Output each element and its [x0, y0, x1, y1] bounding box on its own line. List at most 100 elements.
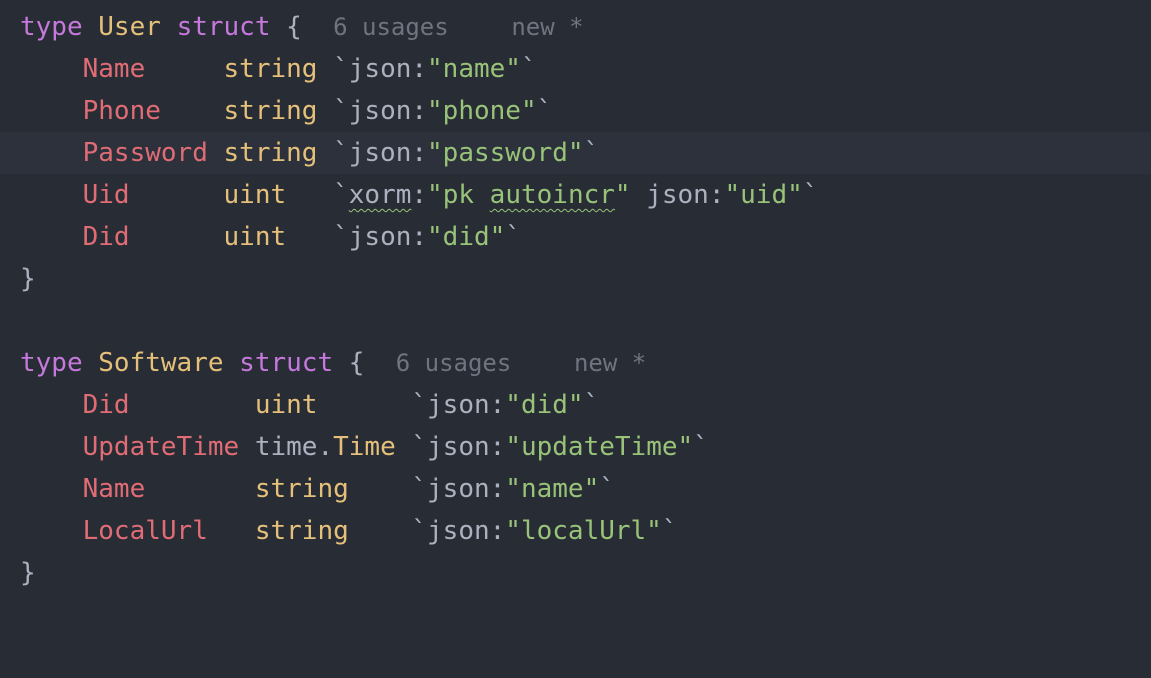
tag-prefix: `json: [411, 516, 506, 546]
tag-suffix: ` [661, 516, 678, 546]
tag-prefix: `json: [411, 432, 506, 462]
struct-field: UpdateTime time.Time `json:"updateTime"` [20, 426, 709, 468]
tag-suffix: ` [505, 222, 521, 252]
usages-inlay-hint[interactable]: 6 usages [396, 349, 512, 377]
tag-suffix: ` [520, 54, 537, 84]
tag-suffix: ` [599, 474, 615, 504]
open-brace: { [286, 12, 302, 42]
code-line[interactable]: Did uint `json:"did"` [0, 216, 1151, 258]
tag-prefix: `json: [411, 474, 506, 504]
field-name: UpdateTime [82, 432, 240, 462]
field-name: Did [82, 222, 130, 252]
field-name: Phone [82, 96, 161, 126]
struct-field: LocalUrl string `json:"localUrl"` [20, 510, 678, 552]
code-line[interactable]: } [0, 258, 1151, 300]
code-line[interactable]: Name string `json:"name"` [0, 468, 1151, 510]
code-line[interactable]: Uid uint `xorm:"pk autoincr" json:"uid"` [0, 174, 1151, 216]
package-qualifier: time. [254, 432, 334, 462]
struct-field: Name string `json:"name"` [20, 468, 615, 510]
tag-suffix: ` [693, 432, 709, 462]
field-type: string [223, 96, 318, 126]
field-name: Uid [82, 180, 130, 210]
usages-inlay-hint[interactable]: 6 usages [333, 13, 449, 41]
keyword-type: type [20, 348, 83, 378]
struct-field: Uid uint `xorm:"pk autoincr" json:"uid"` [20, 174, 819, 216]
autoincr-typo[interactable]: autoincr [490, 180, 615, 210]
tag-value: "did" [427, 222, 506, 252]
tag-value: "uid" [724, 180, 803, 210]
field-type: Time [333, 432, 396, 462]
quote: " [614, 180, 631, 210]
vcs-status-inlay-hint[interactable]: new * [574, 349, 646, 377]
field-type: uint [223, 180, 287, 210]
tag-value: "localUrl" [505, 516, 662, 546]
code-line[interactable]: Did uint `json:"did"` [0, 384, 1151, 426]
xorm-key-typo[interactable]: xorm [349, 180, 412, 210]
field-name: LocalUrl [82, 516, 208, 546]
code-line[interactable]: } [0, 552, 1151, 594]
tag-suffix: ` [583, 138, 600, 168]
field-type: string [254, 474, 349, 504]
tag-prefix: `json: [411, 390, 506, 420]
code-line[interactable]: LocalUrl string `json:"localUrl"` [0, 510, 1151, 552]
field-type: uint [254, 390, 318, 420]
current-code-line[interactable]: Password string `json:"password"` [0, 132, 1151, 174]
field-type: string [223, 54, 318, 84]
struct-field: Did uint `json:"did"` [20, 384, 600, 426]
tag-value: "phone" [427, 96, 537, 126]
tag-suffix: ` [583, 390, 600, 420]
keyword-type: type [20, 12, 83, 42]
open-brace: { [348, 348, 365, 378]
tag-suffix: ` [536, 96, 553, 126]
tag-value: "password" [427, 138, 584, 168]
vcs-status-inlay-hint[interactable]: new * [511, 13, 583, 41]
field-name: Did [82, 390, 130, 420]
tag-tick: ` [802, 180, 819, 210]
field-name: Password [82, 138, 208, 168]
code-line[interactable]: Phone string `json:"phone"` [0, 90, 1151, 132]
struct-field: Did uint `json:"did"` [20, 216, 521, 258]
quote: " [427, 180, 443, 210]
tag-prefix: `json: [333, 96, 428, 126]
tag-value: "name" [427, 54, 521, 84]
field-type: uint [223, 222, 287, 252]
keyword-struct: struct [239, 348, 334, 378]
struct-header: type User struct { 6 usages new * [20, 6, 584, 48]
struct-header: type Software struct { 6 usages new * [20, 342, 646, 384]
code-line-empty[interactable] [0, 300, 1151, 342]
tag-value: "did" [505, 390, 584, 420]
tag-tick: ` [333, 180, 349, 210]
tag-value: "name" [505, 474, 600, 504]
code-editor[interactable]: type User struct { 6 usages new * Name s… [0, 0, 1151, 608]
code-line[interactable]: type User struct { 6 usages new * [0, 6, 1151, 48]
tag-prefix: `json: [333, 222, 428, 252]
close-brace: } [20, 264, 36, 294]
tag-prefix: `json: [333, 138, 428, 168]
tag-value-pk: pk [442, 180, 490, 210]
struct-name: Software [98, 348, 224, 378]
field-type: string [223, 138, 318, 168]
struct-name: User [98, 12, 161, 42]
tag-value: "updateTime" [505, 432, 694, 462]
field-name: Name [82, 474, 146, 504]
struct-field: Phone string `json:"phone"` [20, 90, 553, 132]
code-line[interactable]: type Software struct { 6 usages new * [0, 342, 1151, 384]
code-line[interactable]: Name string `json:"name"` [0, 48, 1151, 90]
tag-colon: : [411, 180, 428, 210]
code-line[interactable]: UpdateTime time.Time `json:"updateTime"` [0, 426, 1151, 468]
